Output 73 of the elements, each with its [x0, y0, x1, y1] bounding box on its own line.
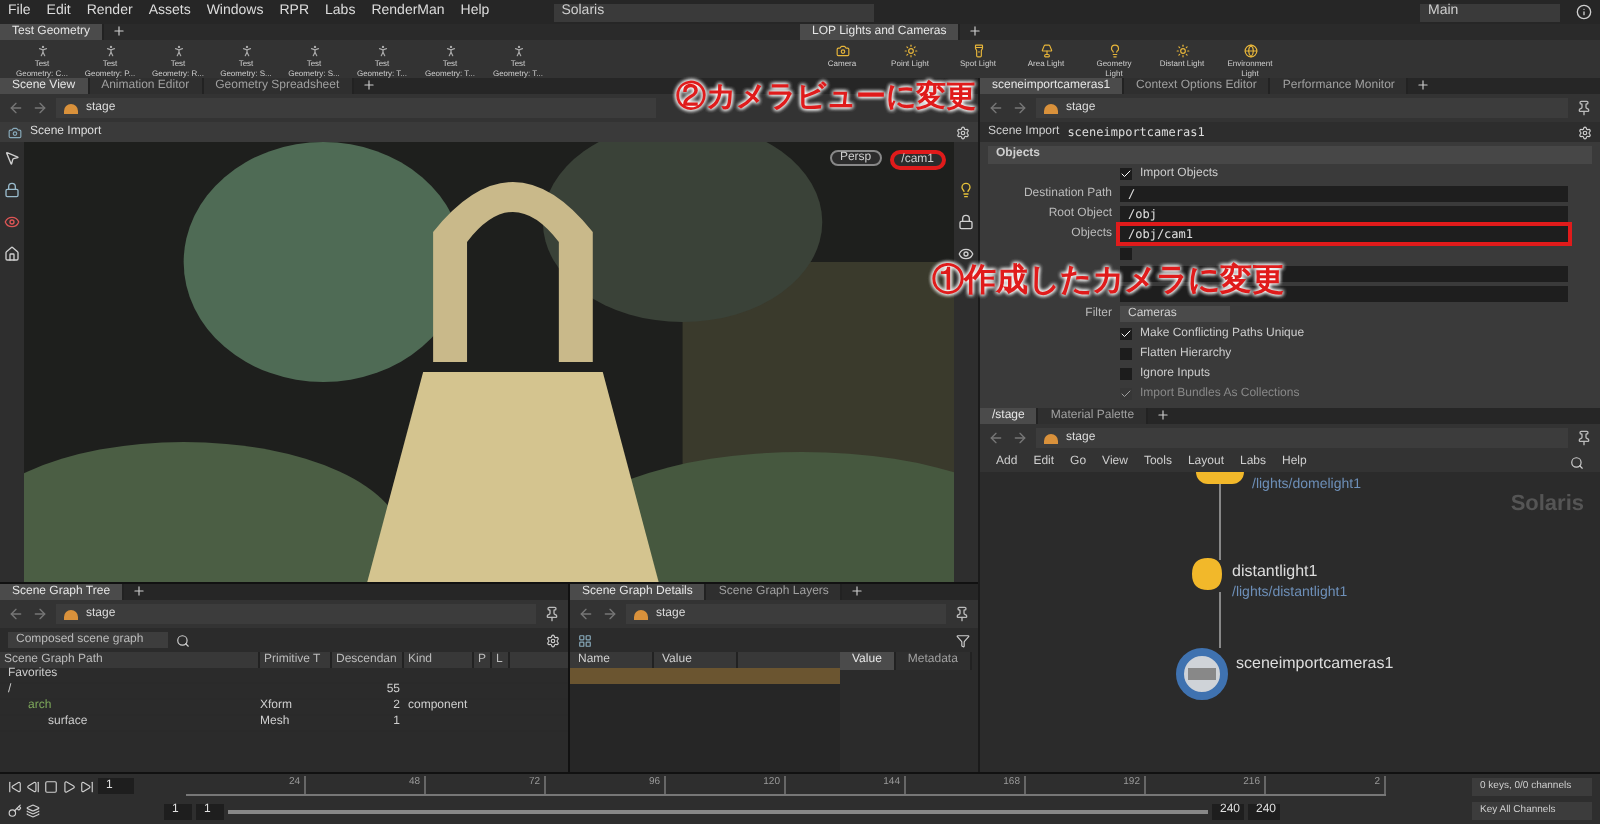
filter-icon[interactable] — [956, 633, 970, 647]
forward-icon[interactable] — [602, 606, 618, 622]
step-back-icon[interactable] — [26, 779, 40, 794]
range-slider[interactable] — [228, 809, 1208, 814]
node-name[interactable]: sceneimportcameras1 — [1236, 652, 1394, 676]
settings-icon[interactable] — [1578, 125, 1592, 139]
skip-forward-icon[interactable] — [80, 779, 94, 794]
figure-icon[interactable] — [171, 44, 185, 58]
figure-icon[interactable] — [35, 44, 49, 58]
bulb-icon[interactable] — [958, 182, 974, 198]
lock-icon[interactable] — [958, 214, 974, 230]
add-tab-icon[interactable] — [1156, 408, 1171, 422]
back-icon[interactable] — [988, 100, 1004, 116]
checkbox[interactable] — [1120, 328, 1132, 340]
settings-icon[interactable] — [956, 125, 970, 139]
forward-icon[interactable] — [1012, 430, 1028, 446]
stop-icon[interactable] — [44, 779, 58, 794]
back-icon[interactable] — [578, 606, 594, 622]
figure-icon[interactable] — [103, 44, 117, 58]
figure-icon[interactable] — [511, 44, 525, 58]
camera-node-icon[interactable] — [1176, 648, 1228, 700]
light-tool-icon[interactable] — [903, 44, 917, 58]
annotation-text: ②カメラビューに変更 — [676, 82, 976, 112]
layers-icon[interactable] — [26, 804, 40, 819]
light-tool-icon[interactable] — [971, 44, 985, 58]
light-tool-icon[interactable] — [1039, 44, 1053, 58]
settings-icon[interactable] — [546, 633, 560, 647]
back-icon[interactable] — [8, 606, 24, 622]
checkbox[interactable] — [1120, 248, 1132, 260]
lock-icon[interactable] — [4, 182, 20, 198]
info-icon[interactable] — [1576, 4, 1592, 20]
light-tool-icon[interactable] — [835, 44, 849, 58]
play-icon[interactable] — [62, 779, 76, 794]
light-tool-icon[interactable] — [1175, 44, 1189, 58]
key-icon[interactable] — [8, 804, 22, 819]
select-icon[interactable] — [4, 150, 20, 166]
search-icon[interactable] — [1570, 455, 1584, 469]
camera-icon — [8, 125, 22, 139]
checkbox[interactable] — [1120, 348, 1132, 360]
add-tab-icon[interactable] — [1416, 78, 1431, 92]
figure-icon[interactable] — [375, 44, 389, 58]
figure-icon[interactable] — [239, 44, 253, 58]
skip-back-icon[interactable] — [8, 779, 22, 794]
home-icon[interactable] — [4, 246, 20, 262]
light-tool-icon[interactable] — [1107, 44, 1121, 58]
back-icon[interactable] — [8, 100, 24, 116]
search-icon[interactable] — [176, 633, 190, 647]
grid-icon[interactable] — [578, 633, 592, 647]
figure-icon[interactable] — [443, 44, 457, 58]
forward-icon[interactable] — [32, 100, 48, 116]
eye-icon[interactable] — [4, 214, 20, 230]
annotation-text: ①作成したカメラに変更 — [932, 266, 1284, 298]
forward-icon[interactable] — [1012, 100, 1028, 116]
bulb-node-icon[interactable] — [1196, 472, 1244, 484]
add-tab-icon[interactable] — [132, 584, 147, 598]
connector-line — [1219, 591, 1221, 649]
checkbox[interactable] — [1120, 168, 1132, 180]
add-tab-icon[interactable] — [112, 24, 127, 38]
add-tab-icon[interactable] — [361, 78, 376, 92]
checkbox[interactable] — [1120, 368, 1132, 380]
eye-icon[interactable] — [958, 246, 974, 262]
add-tab-icon[interactable] — [968, 24, 983, 38]
light-tool-icon[interactable] — [1243, 44, 1257, 58]
node-name[interactable]: distantlight1 — [1232, 560, 1348, 584]
pin-icon[interactable] — [1576, 430, 1592, 446]
figure-icon[interactable] — [307, 44, 321, 58]
add-tab-icon[interactable] — [850, 584, 865, 598]
back-icon[interactable] — [988, 430, 1004, 446]
pin-icon[interactable] — [1576, 100, 1592, 116]
pin-icon[interactable] — [954, 606, 970, 622]
pin-icon[interactable] — [544, 606, 560, 622]
forward-icon[interactable] — [32, 606, 48, 622]
connector-line — [1219, 483, 1221, 561]
